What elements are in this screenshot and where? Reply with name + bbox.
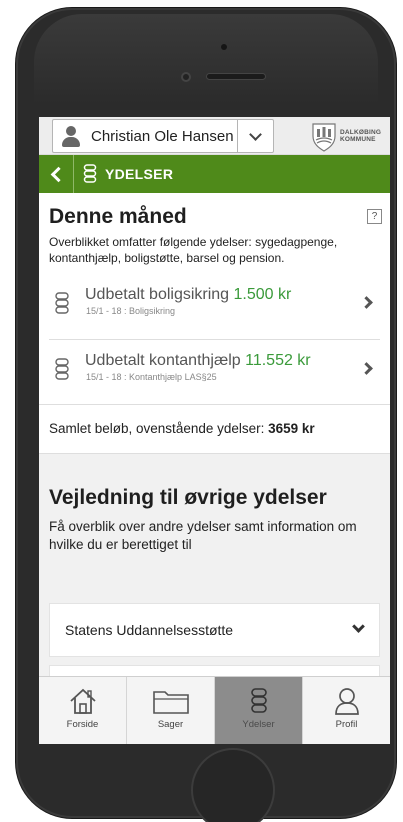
home-button[interactable] <box>191 748 275 822</box>
camera-icon <box>221 44 227 50</box>
accordion-label: Statens Uddannelsesstøtte <box>65 622 234 638</box>
chevron-down-icon <box>249 127 262 141</box>
total-label: Samlet beløb, ovenstående ydelser: <box>49 421 265 436</box>
guide-title: Vejledning til øvrige ydelser <box>49 486 327 509</box>
kommune-crest-icon <box>312 123 336 152</box>
benefit-label: Udbetalt kontanthjælp 11.552 kr <box>85 352 311 369</box>
benefit-amount: 11.552 kr <box>245 352 311 369</box>
total-row: Samlet beløb, ovenstående ydelser: 3659 … <box>39 404 390 454</box>
person-icon <box>334 688 359 715</box>
app-screen: Christian Ole Hansen DALKØBING KOMMUNE Y… <box>39 117 390 744</box>
accordion-statens-uddannelsesstotte[interactable]: Statens Uddannelsesstøtte <box>49 603 380 657</box>
user-name: Christian Ole Hansen <box>91 127 234 145</box>
home-icon <box>69 688 96 714</box>
benefit-subtext: 15/1 - 18 : Kontanthjælp LAS§25 <box>86 372 217 382</box>
chevron-right-icon <box>360 362 373 375</box>
month-title: Denne måned <box>49 205 187 228</box>
help-icon[interactable]: ? <box>367 209 382 224</box>
tab-label: Ydelser <box>242 719 275 730</box>
benefit-row-kontanthjaelp[interactable]: Udbetalt kontanthjælp 11.552 kr 15/1 - 1… <box>49 340 380 404</box>
month-section: Denne måned ? Overblikket omfatter følge… <box>39 193 390 266</box>
coins-icon <box>55 292 69 314</box>
user-dropdown-button[interactable] <box>237 120 273 152</box>
user-select[interactable]: Christian Ole Hansen <box>52 119 274 153</box>
tab-ydelser[interactable]: Ydelser <box>215 677 303 744</box>
benefit-amount: 1.500 kr <box>233 286 292 303</box>
coins-icon <box>83 164 97 183</box>
kommune-name: DALKØBING KOMMUNE <box>340 129 382 143</box>
total-value: 3659 kr <box>268 421 315 436</box>
tab-forside[interactable]: Forside <box>39 677 127 744</box>
sensor-icon <box>181 72 191 82</box>
coins-icon <box>250 688 267 713</box>
phone-top <box>34 14 378 104</box>
tab-sager[interactable]: Sager <box>127 677 215 744</box>
tab-label: Forside <box>66 719 99 730</box>
coins-icon <box>55 358 69 380</box>
folder-icon <box>152 691 189 714</box>
chevron-left-icon <box>50 166 67 182</box>
month-description: Overblikket omfatter følgende ydelser: s… <box>49 235 338 265</box>
speaker-icon <box>206 73 266 80</box>
benefit-subtext: 15/1 - 18 : Boligsikring <box>86 306 176 316</box>
page-title: YDELSER <box>105 166 174 182</box>
tab-label: Sager <box>157 719 184 730</box>
section-navbar: YDELSER <box>39 155 390 193</box>
tab-label: Profil <box>335 719 358 730</box>
tab-profil[interactable]: Profil <box>303 677 390 744</box>
guide-section: Vejledning til øvrige ydelser Få overbli… <box>39 454 390 705</box>
benefit-label: Udbetalt boligsikring 1.500 kr <box>85 286 292 303</box>
benefit-row-boligsikring[interactable]: Udbetalt boligsikring 1.500 kr 15/1 - 18… <box>49 280 380 340</box>
top-bar: Christian Ole Hansen DALKØBING KOMMUNE <box>39 117 390 155</box>
back-button[interactable] <box>39 155 74 193</box>
chevron-down-icon <box>352 620 365 633</box>
chevron-right-icon <box>360 296 373 309</box>
user-icon <box>61 125 81 147</box>
guide-description: Få overblik over andre ydelser samt info… <box>49 519 357 552</box>
tab-bar: Forside Sager Ydelser Profil <box>39 676 390 744</box>
